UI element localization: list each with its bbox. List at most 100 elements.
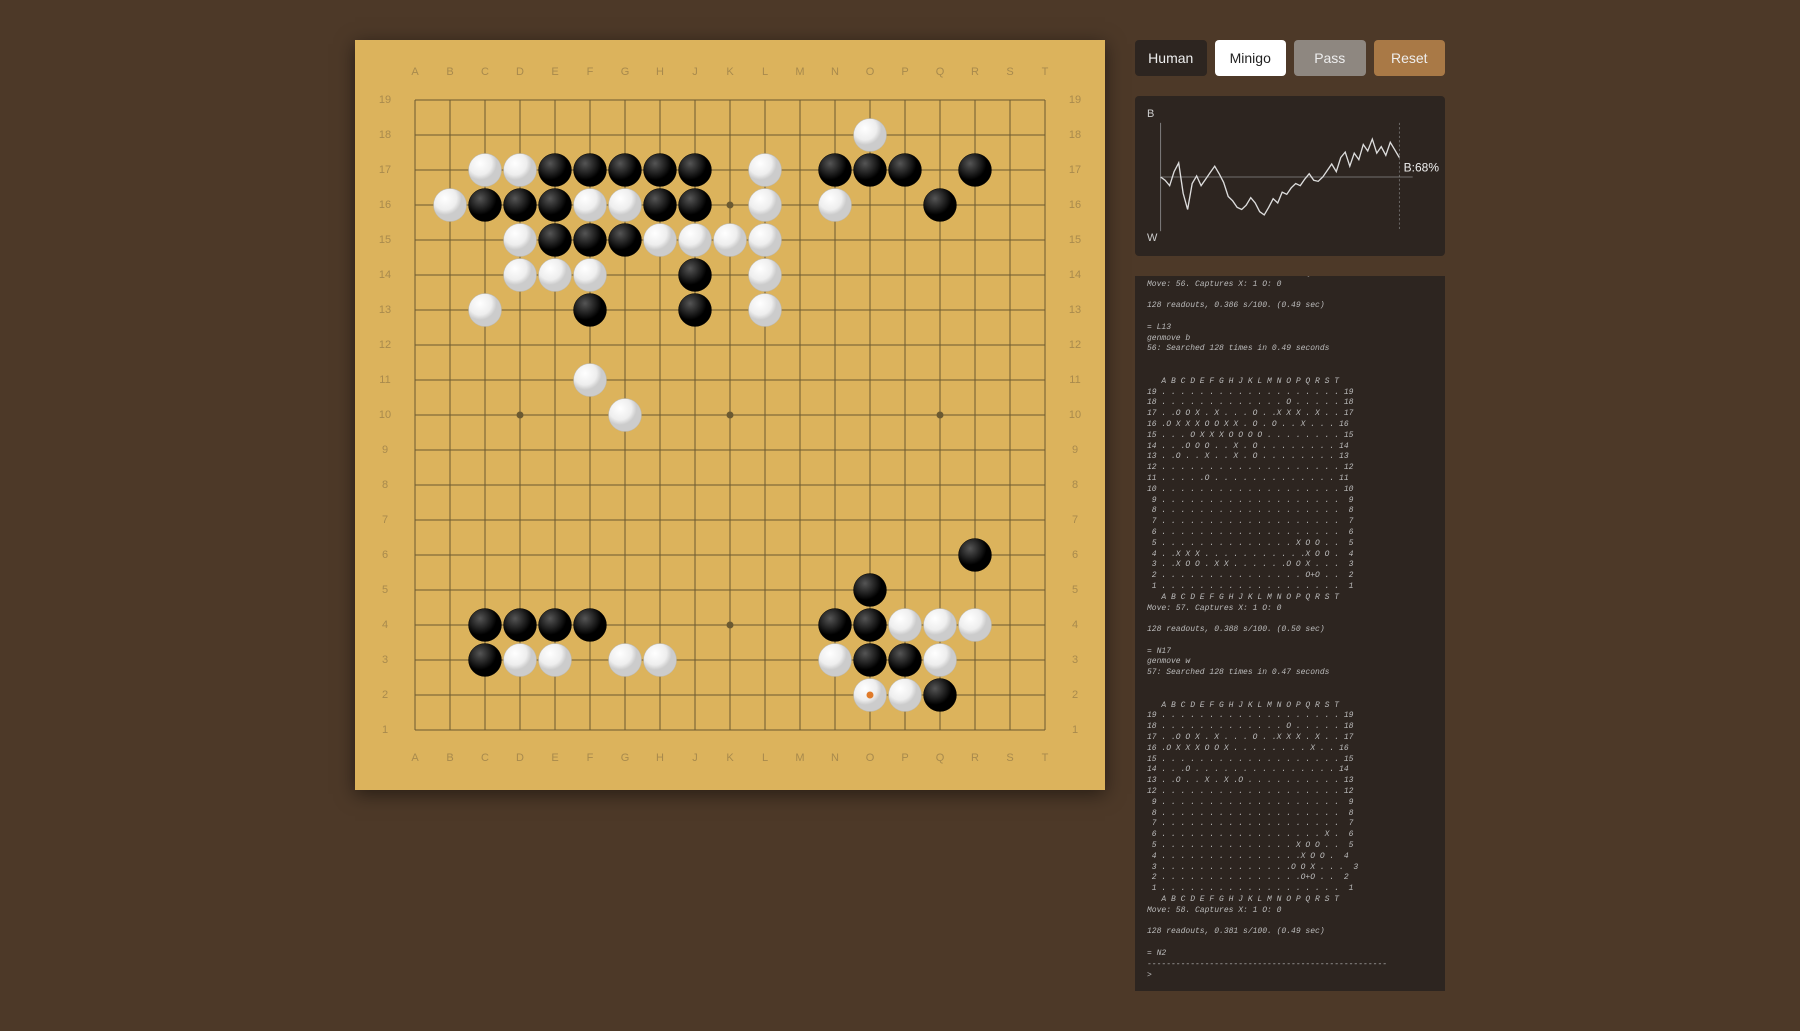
col-label: S [1003,66,1017,78]
row-label: 16 [378,199,392,211]
col-label: D [513,66,527,78]
row-label: 16 [1068,199,1082,211]
control-panel: Human Minigo Pass Reset B W B:68% 1 . . … [1135,40,1445,991]
black-stone [644,189,677,222]
row-label: 3 [1068,654,1082,666]
winrate-line [1145,112,1435,242]
black-stone [924,189,957,222]
go-board[interactable]: AA1919BB1818CC1717DD1616EE1515FF1414GG13… [355,40,1105,790]
black-stone [504,609,537,642]
black-stone [539,189,572,222]
black-stone [469,644,502,677]
white-stone [644,644,677,677]
white-stone [749,259,782,292]
white-stone [469,154,502,187]
white-stone [924,644,957,677]
row-label: 19 [378,94,392,106]
col-label: S [1003,752,1017,764]
col-label: G [618,66,632,78]
black-stone [854,609,887,642]
black-stone [574,224,607,257]
col-label: G [618,752,632,764]
white-stone [504,644,537,677]
last-move-marker [867,692,874,699]
white-stone [889,679,922,712]
col-label: F [583,66,597,78]
white-stone [539,644,572,677]
row-label: 10 [378,409,392,421]
row-label: 2 [1068,689,1082,701]
white-stone [924,609,957,642]
col-label: N [828,66,842,78]
white-stone [504,154,537,187]
row-label: 11 [378,374,392,386]
row-label: 18 [1068,129,1082,141]
col-label: R [968,752,982,764]
col-label: O [863,752,877,764]
col-label: B [443,752,457,764]
row-label: 8 [378,479,392,491]
winrate-current: B:68% [1404,161,1439,175]
row-label: 1 [1068,724,1082,736]
winrate-black-label: B [1147,108,1154,120]
reset-button[interactable]: Reset [1374,40,1446,76]
row-label: 4 [378,619,392,631]
col-label: C [478,752,492,764]
col-label: Q [933,752,947,764]
black-stone [539,609,572,642]
col-label: H [653,66,667,78]
white-stone [644,224,677,257]
row-label: 14 [1068,269,1082,281]
row-label: 5 [1068,584,1082,596]
col-label: T [1038,752,1052,764]
col-label: O [863,66,877,78]
white-stone [574,189,607,222]
col-label: J [688,66,702,78]
col-label: L [758,752,772,764]
row-label: 19 [1068,94,1082,106]
col-label: K [723,752,737,764]
white-stone [679,224,712,257]
row-label: 3 [378,654,392,666]
white-stone [609,644,642,677]
white-stone [539,259,572,292]
row-label: 15 [1068,234,1082,246]
row-label: 15 [378,234,392,246]
row-label: 7 [1068,514,1082,526]
white-stone [434,189,467,222]
black-stone [609,224,642,257]
row-label: 7 [378,514,392,526]
row-label: 17 [1068,164,1082,176]
row-label: 4 [1068,619,1082,631]
minigo-button[interactable]: Minigo [1215,40,1287,76]
white-stone [609,399,642,432]
winrate-white-label: W [1147,232,1157,244]
row-label: 12 [378,339,392,351]
row-label: 14 [378,269,392,281]
row-label: 6 [378,549,392,561]
board-canvas[interactable] [355,40,1105,790]
black-stone [959,539,992,572]
engine-log[interactable]: 1 . . . . . . . . . . . . . . . . . . . … [1135,276,1445,991]
white-stone [469,294,502,327]
row-label: 13 [1068,304,1082,316]
row-label: 13 [378,304,392,316]
col-label: C [478,66,492,78]
white-stone [749,224,782,257]
black-stone [679,259,712,292]
col-label: A [408,66,422,78]
col-label: E [548,752,562,764]
row-label: 12 [1068,339,1082,351]
col-label: B [443,66,457,78]
human-button[interactable]: Human [1135,40,1207,76]
col-label: N [828,752,842,764]
col-label: E [548,66,562,78]
black-stone [924,679,957,712]
col-label: J [688,752,702,764]
row-label: 9 [378,444,392,456]
pass-button[interactable]: Pass [1294,40,1366,76]
black-stone [679,189,712,222]
white-stone [714,224,747,257]
log-text: 1 . . . . . . . . . . . . . . . . . . . … [1147,276,1387,980]
white-stone [504,259,537,292]
